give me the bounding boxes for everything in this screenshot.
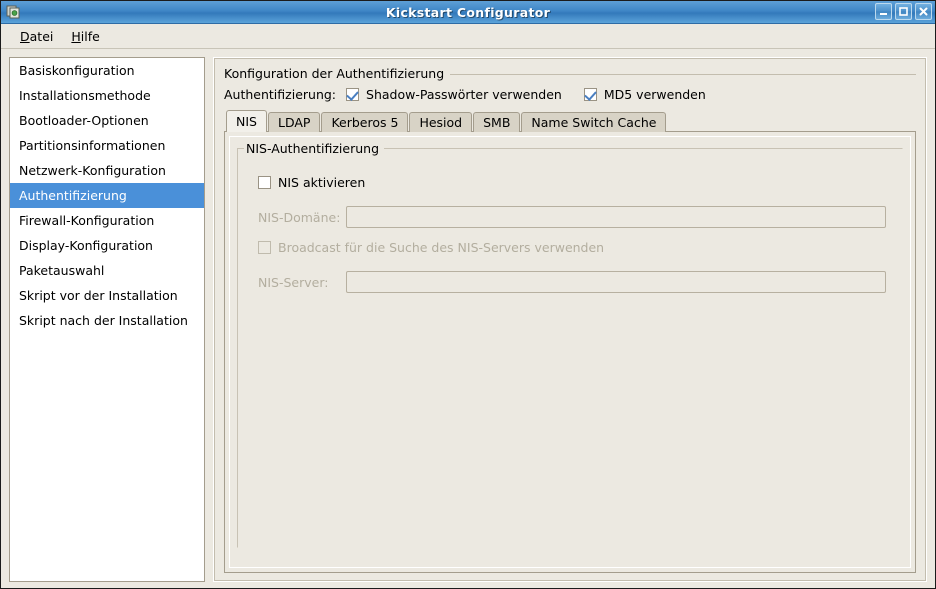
shadow-password-label: Shadow-Passwörter verwenden	[366, 87, 562, 102]
auth-config-groupbox: Konfiguration der Authentifizierung Auth…	[224, 66, 916, 573]
tab-panel-nis: NIS-Authentifizierung NIS aktivieren NIS…	[224, 131, 916, 573]
menu-item-hilfe[interactable]: Hilfe	[62, 26, 108, 47]
nis-group-title: NIS-Authentifizierung	[244, 141, 385, 156]
sidebar-item-authentifizierung[interactable]: Authentifizierung	[10, 183, 204, 208]
nis-server-label: NIS-Server:	[258, 274, 329, 290]
nis-broadcast-option[interactable]: Broadcast für die Suche des NIS-Servers …	[258, 240, 892, 255]
sidebar-item-firewall-konfiguration[interactable]: Firewall-Konfiguration	[10, 208, 204, 233]
window-controls	[875, 3, 932, 20]
window-body: Basiskonfiguration Installationsmethode …	[1, 49, 935, 588]
md5-label: MD5 verwenden	[603, 87, 706, 102]
auth-options-row: Authentifizierung: Shadow-Passwörter ver…	[224, 87, 916, 102]
close-icon[interactable]	[915, 3, 932, 20]
nis-domain-label: NIS-Domäne:	[258, 209, 341, 225]
sidebar-item-bootloader-optionen[interactable]: Bootloader-Optionen	[10, 108, 204, 133]
menu-item-datei[interactable]: Datei	[11, 26, 62, 47]
main-panel: Konfiguration der Authentifizierung Auth…	[213, 57, 927, 582]
tab-ldap[interactable]: LDAP	[267, 112, 321, 132]
nis-domain-row: NIS-Domäne:	[258, 206, 892, 228]
title-bar: Kickstart Configurator	[1, 1, 935, 24]
auth-config-title: Konfiguration der Authentifizierung	[224, 66, 451, 81]
nis-authentication-groupbox: NIS-Authentifizierung NIS aktivieren NIS…	[237, 141, 903, 548]
nis-enable-checkbox[interactable]	[258, 176, 271, 189]
application-icon	[4, 3, 22, 21]
sidebar-item-paketauswahl[interactable]: Paketauswahl	[10, 258, 204, 283]
menu-bar: Datei Hilfe	[1, 24, 935, 49]
nis-domain-input[interactable]	[346, 206, 886, 228]
sidebar-item-partitionsinformationen[interactable]: Partitionsinformationen	[10, 133, 204, 158]
nis-enable-option[interactable]: NIS aktivieren	[258, 175, 892, 190]
nis-broadcast-checkbox[interactable]	[258, 241, 271, 254]
nis-enable-label: NIS aktivieren	[278, 175, 366, 190]
sidebar-item-display-konfiguration[interactable]: Display-Konfiguration	[10, 233, 204, 258]
sidebar-item-netzwerk-konfiguration[interactable]: Netzwerk-Konfiguration	[10, 158, 204, 183]
tab-smb[interactable]: SMB	[473, 112, 521, 132]
window-title: Kickstart Configurator	[385, 4, 551, 20]
md5-option[interactable]: MD5 verwenden	[583, 87, 706, 102]
application-window: Kickstart Configurator Datei Hilfe Basis…	[0, 0, 936, 589]
sidebar-item-skript-vor-installation[interactable]: Skript vor der Installation	[10, 283, 204, 308]
auth-tabs: NIS LDAP Kerberos 5 Hesiod SMB Name Swit…	[224, 110, 916, 573]
nis-broadcast-label: Broadcast für die Suche des NIS-Servers …	[278, 240, 605, 255]
main-panel-inner: Konfiguration der Authentifizierung Auth…	[214, 58, 926, 581]
sidebar-item-skript-nach-installation[interactable]: Skript nach der Installation	[10, 308, 204, 333]
tab-name-switch-cache[interactable]: Name Switch Cache	[521, 112, 667, 132]
tab-nis[interactable]: NIS	[226, 110, 267, 132]
tab-row: NIS LDAP Kerberos 5 Hesiod SMB Name Swit…	[226, 110, 916, 132]
tab-hesiod[interactable]: Hesiod	[409, 112, 473, 132]
md5-checkbox[interactable]	[583, 88, 597, 101]
auth-label: Authentifizierung:	[224, 87, 337, 102]
minimize-icon[interactable]	[875, 3, 892, 20]
navigation-sidebar[interactable]: Basiskonfiguration Installationsmethode …	[9, 57, 205, 582]
shadow-password-option[interactable]: Shadow-Passwörter verwenden	[346, 87, 562, 102]
tab-kerberos-5[interactable]: Kerberos 5	[321, 112, 409, 132]
nis-server-row: NIS-Server:	[258, 271, 892, 293]
nis-server-input[interactable]	[346, 271, 886, 293]
shadow-password-checkbox[interactable]	[346, 88, 360, 101]
sidebar-item-installationsmethode[interactable]: Installationsmethode	[10, 83, 204, 108]
maximize-icon[interactable]	[895, 3, 912, 20]
sidebar-item-basiskonfiguration[interactable]: Basiskonfiguration	[10, 58, 204, 83]
